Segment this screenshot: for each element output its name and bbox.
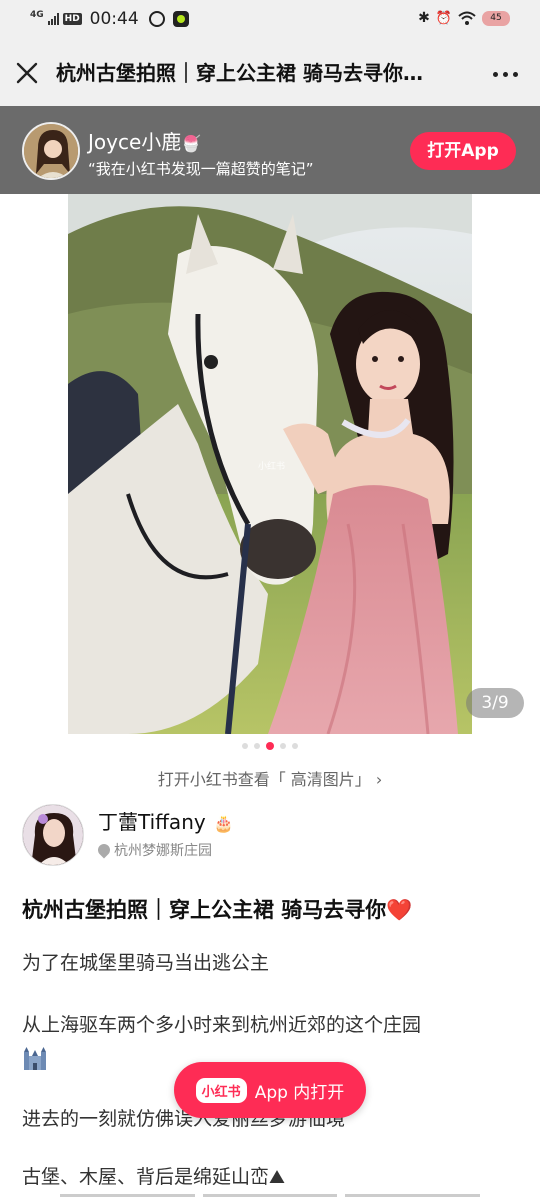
bluetooth-icon: ✱ [418, 10, 430, 26]
sharer-avatar [22, 122, 80, 180]
wifi-icon [458, 11, 476, 25]
battery-icon: 45 [482, 10, 510, 26]
carousel-dot[interactable] [254, 743, 260, 749]
view-hd-images-link[interactable]: 打开小红书查看「 高清图片」 › [0, 766, 540, 790]
image-counter: 3/9 [466, 688, 524, 718]
network-type: 4G [30, 9, 44, 20]
location-pin-icon [95, 841, 113, 859]
signal-icon [47, 13, 59, 25]
image-carousel[interactable]: 小红书 3/9 [0, 194, 540, 734]
location-label: 杭州梦娜斯庄园 [114, 843, 212, 859]
sharer-name: Joyce小鹿🍧 [88, 130, 202, 154]
note-paragraph: 为了在城堡里骑马当出逃公主 [22, 952, 270, 974]
open-in-app-button[interactable]: 小红书 App 内打开 [174, 1062, 366, 1118]
shaved-ice-emoji: 🍧 [181, 134, 202, 153]
page-title: 杭州古堡拍照｜穿上公主裙 骑马去寻你… [56, 61, 423, 85]
status-bar: 4G HD 00:44 ✱ ⏰ 45 [0, 0, 540, 40]
author-avatar[interactable] [22, 804, 84, 866]
author-name[interactable]: 丁蕾Tiffany 🎂 [98, 806, 234, 835]
note-title: 杭州古堡拍照｜穿上公主裙 骑马去寻你❤️ [22, 898, 413, 922]
hd-badge: HD [62, 13, 82, 25]
note-paragraph: 古堡、木屋、背后是绵延山峦⛰ [22, 1166, 285, 1188]
carousel-dot[interactable] [242, 743, 248, 749]
cake-emoji: 🎂 [213, 814, 234, 833]
app-notification-icon [148, 11, 165, 27]
open-app-button[interactable]: 打开App [410, 132, 516, 170]
clock: 00:44 [89, 9, 139, 29]
alarm-icon: ⏰ [435, 10, 452, 26]
svg-text:小红书: 小红书 [258, 460, 285, 472]
share-description: “我在小红书发现一篇超赞的笔记” [88, 160, 314, 178]
carousel-dot-active[interactable] [266, 742, 274, 750]
more-icon[interactable] [493, 72, 518, 77]
carousel-dot[interactable] [280, 743, 286, 749]
carousel-dots [0, 742, 540, 750]
share-banner: Joyce小鹿🍧 “我在小红书发现一篇超赞的笔记” 打开App [0, 106, 540, 194]
close-icon[interactable] [14, 60, 40, 86]
bottom-bar-divider [60, 1194, 481, 1197]
post-photo[interactable]: 小红书 [68, 194, 472, 734]
status-right: ✱ ⏰ 45 [418, 10, 510, 26]
castle-icon [24, 1047, 46, 1070]
author-location[interactable]: 杭州梦娜斯庄园 [95, 840, 212, 860]
heart-emoji: ❤️ [386, 898, 413, 922]
status-left: 4G HD 00:44 [30, 9, 189, 29]
nav-bar: 杭州古堡拍照｜穿上公主裙 骑马去寻你… [0, 40, 540, 106]
carousel-dot[interactable] [292, 743, 298, 749]
note-paragraph: 从上海驱车两个多小时来到杭州近郊的这个庄园 [22, 1014, 422, 1036]
open-in-app-label: App 内打开 [254, 1082, 345, 1103]
app-notification-icon-2 [172, 11, 189, 27]
xiaohongshu-logo: 小红书 [195, 1077, 247, 1103]
